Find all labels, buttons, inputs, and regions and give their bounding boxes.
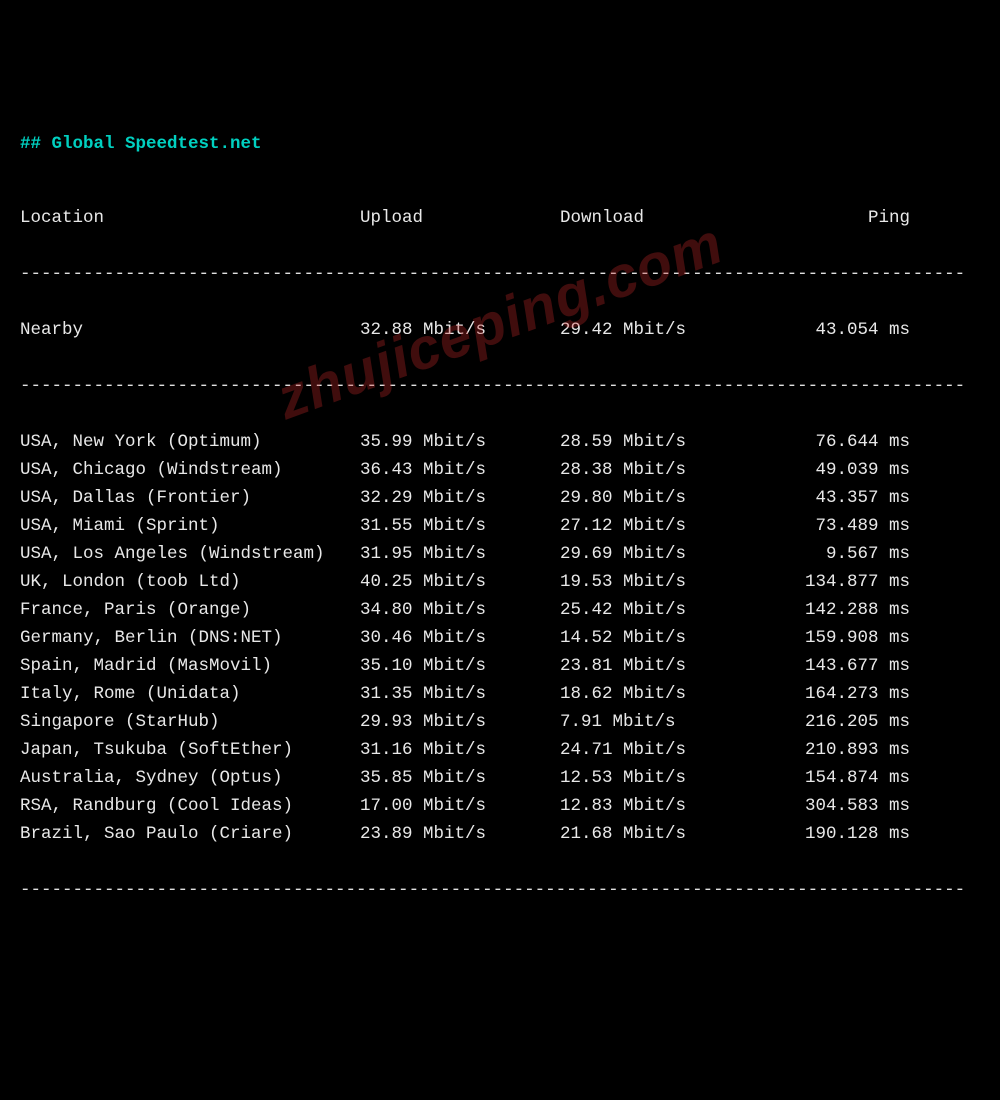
cell-location: Brazil, Sao Paulo (Criare) [20,820,360,848]
cell-download: 28.59 Mbit/s [560,428,760,456]
cell-location: Italy, Rome (Unidata) [20,680,360,708]
cell-download: 29.42 Mbit/s [560,316,760,344]
cell-download: 21.68 Mbit/s [560,820,760,848]
cell-ping: 49.039 ms [760,456,910,484]
cell-ping: 154.874 ms [760,764,910,792]
cell-ping: 143.677 ms [760,652,910,680]
cell-upload: 34.80 Mbit/s [360,596,560,624]
cell-location: Australia, Sydney (Optus) [20,764,360,792]
cell-download: 24.71 Mbit/s [560,736,760,764]
col-download: Download [560,204,760,232]
section-title: ## Global Speedtest.net [20,130,980,158]
divider-line: ----------------------------------------… [20,876,980,904]
cell-download: 27.12 Mbit/s [560,512,760,540]
table-row-nearby: Nearby32.88 Mbit/s29.42 Mbit/s43.054 ms [20,316,980,344]
cell-location: Spain, Madrid (MasMovil) [20,652,360,680]
col-upload: Upload [360,204,560,232]
cell-ping: 159.908 ms [760,624,910,652]
table-row: Australia, Sydney (Optus)35.85 Mbit/s12.… [20,764,980,792]
cell-location: USA, Miami (Sprint) [20,512,360,540]
table-row: USA, Dallas (Frontier)32.29 Mbit/s29.80 … [20,484,980,512]
cell-download: 18.62 Mbit/s [560,680,760,708]
cell-upload: 31.95 Mbit/s [360,540,560,568]
cell-upload: 32.29 Mbit/s [360,484,560,512]
cell-location: France, Paris (Orange) [20,596,360,624]
cell-ping: 210.893 ms [760,736,910,764]
table-row: Brazil, Sao Paulo (Criare)23.89 Mbit/s21… [20,820,980,848]
table-row: USA, Chicago (Windstream)36.43 Mbit/s28.… [20,456,980,484]
cell-download: 14.52 Mbit/s [560,624,760,652]
cell-download: 23.81 Mbit/s [560,652,760,680]
cell-upload: 36.43 Mbit/s [360,456,560,484]
cell-location: Nearby [20,316,360,344]
cell-upload: 29.93 Mbit/s [360,708,560,736]
cell-download: 12.53 Mbit/s [560,764,760,792]
table-row: UK, London (toob Ltd)40.25 Mbit/s19.53 M… [20,568,980,596]
cell-download: 25.42 Mbit/s [560,596,760,624]
divider-line: ----------------------------------------… [20,260,980,288]
cell-ping: 190.128 ms [760,820,910,848]
cell-download: 19.53 Mbit/s [560,568,760,596]
table-row: Japan, Tsukuba (SoftEther)31.16 Mbit/s24… [20,736,980,764]
cell-location: Japan, Tsukuba (SoftEther) [20,736,360,764]
cell-location: USA, New York (Optimum) [20,428,360,456]
table-row: RSA, Randburg (Cool Ideas)17.00 Mbit/s12… [20,792,980,820]
table-row: USA, Miami (Sprint)31.55 Mbit/s27.12 Mbi… [20,512,980,540]
cell-download: 7.91 Mbit/s [560,708,760,736]
cell-ping: 304.583 ms [760,792,910,820]
cell-download: 29.80 Mbit/s [560,484,760,512]
cell-location: USA, Dallas (Frontier) [20,484,360,512]
cell-location: RSA, Randburg (Cool Ideas) [20,792,360,820]
cell-download: 28.38 Mbit/s [560,456,760,484]
table-row: USA, Los Angeles (Windstream)31.95 Mbit/… [20,540,980,568]
table-row: Germany, Berlin (DNS:NET)30.46 Mbit/s14.… [20,624,980,652]
cell-upload: 30.46 Mbit/s [360,624,560,652]
cell-ping: 43.054 ms [760,316,910,344]
table-row: Spain, Madrid (MasMovil)35.10 Mbit/s23.8… [20,652,980,680]
table-row: USA, New York (Optimum)35.99 Mbit/s28.59… [20,428,980,456]
cell-upload: 31.16 Mbit/s [360,736,560,764]
cell-location: Singapore (StarHub) [20,708,360,736]
cell-location: Germany, Berlin (DNS:NET) [20,624,360,652]
cell-ping: 73.489 ms [760,512,910,540]
cell-ping: 134.877 ms [760,568,910,596]
cell-ping: 164.273 ms [760,680,910,708]
cell-upload: 40.25 Mbit/s [360,568,560,596]
cell-upload: 31.35 Mbit/s [360,680,560,708]
col-location: Location [20,204,360,232]
cell-ping: 142.288 ms [760,596,910,624]
cell-ping: 76.644 ms [760,428,910,456]
cell-download: 29.69 Mbit/s [560,540,760,568]
table-row: France, Paris (Orange)34.80 Mbit/s25.42 … [20,596,980,624]
table-header: LocationUploadDownloadPing [20,204,980,232]
cell-location: USA, Los Angeles (Windstream) [20,540,360,568]
cell-upload: 23.89 Mbit/s [360,820,560,848]
table-row: Singapore (StarHub)29.93 Mbit/s7.91 Mbit… [20,708,980,736]
cell-download: 12.83 Mbit/s [560,792,760,820]
cell-location: UK, London (toob Ltd) [20,568,360,596]
cell-ping: 216.205 ms [760,708,910,736]
table-row: Italy, Rome (Unidata)31.35 Mbit/s18.62 M… [20,680,980,708]
divider-line: ----------------------------------------… [20,372,980,400]
cell-upload: 35.10 Mbit/s [360,652,560,680]
cell-upload: 32.88 Mbit/s [360,316,560,344]
table-body: USA, New York (Optimum)35.99 Mbit/s28.59… [20,428,980,848]
cell-upload: 35.85 Mbit/s [360,764,560,792]
cell-ping: 43.357 ms [760,484,910,512]
cell-upload: 35.99 Mbit/s [360,428,560,456]
cell-ping: 9.567 ms [760,540,910,568]
cell-upload: 31.55 Mbit/s [360,512,560,540]
col-ping: Ping [760,204,910,232]
cell-upload: 17.00 Mbit/s [360,792,560,820]
cell-location: USA, Chicago (Windstream) [20,456,360,484]
